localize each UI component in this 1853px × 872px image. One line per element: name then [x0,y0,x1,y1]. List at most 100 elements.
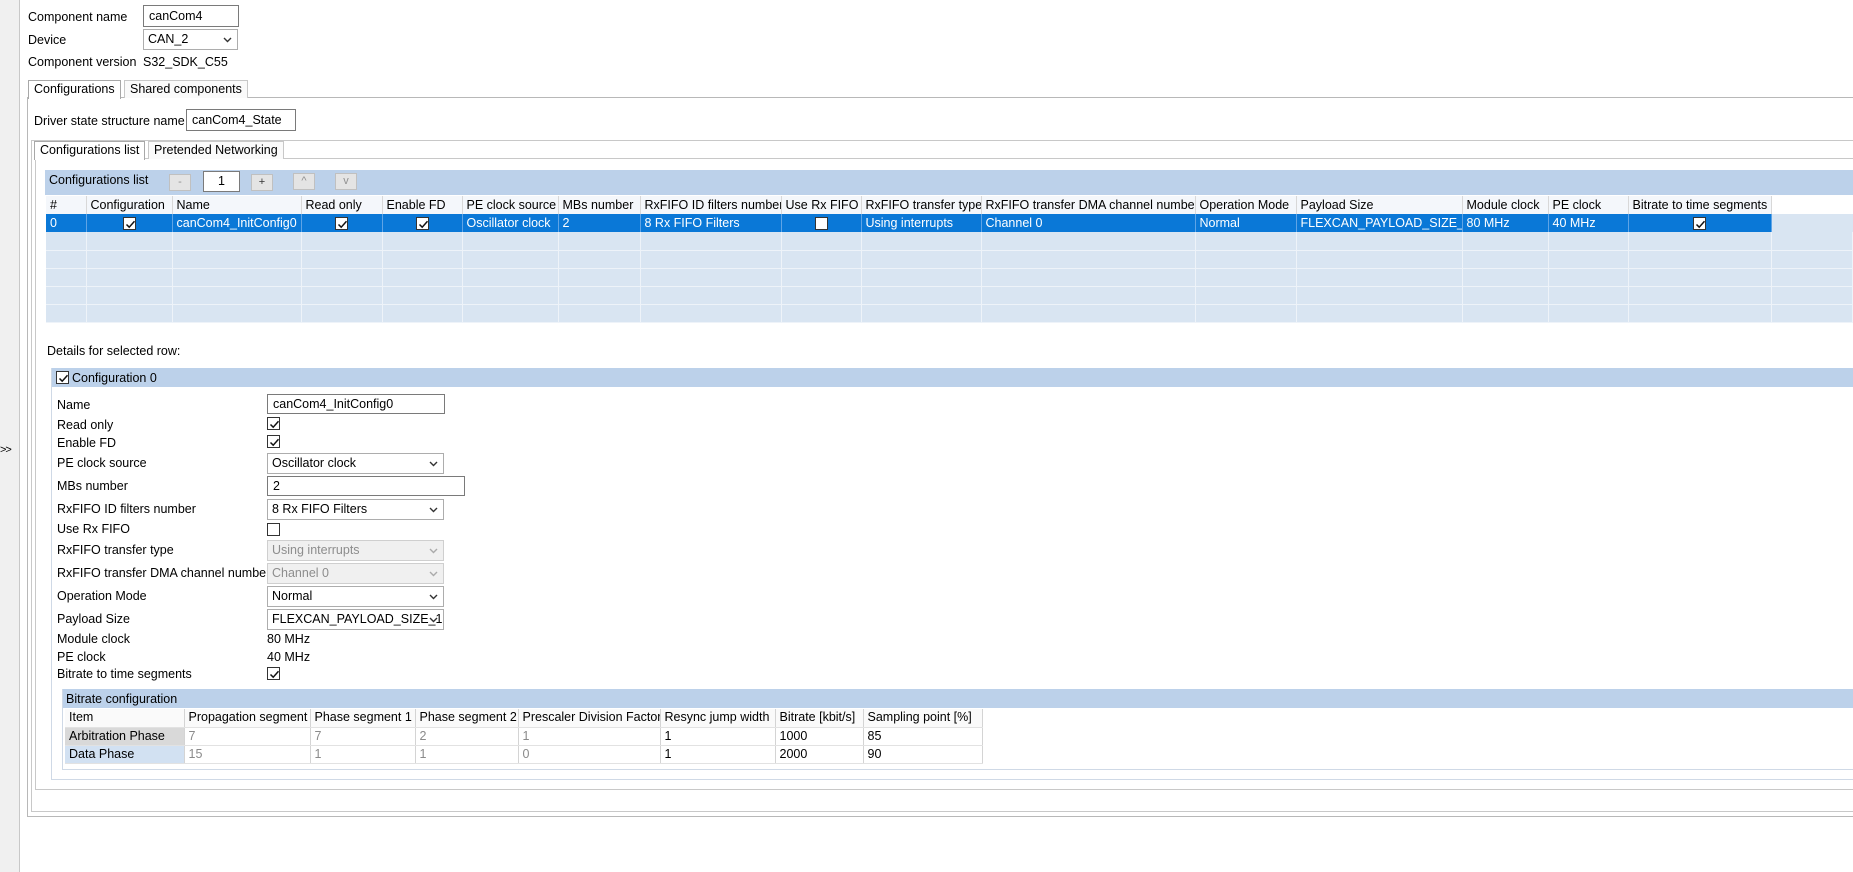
checkbox-unchecked-icon[interactable] [814,216,828,230]
move-up-button[interactable]: ^ [293,173,315,190]
chevron-down-icon [223,37,232,43]
column-header: Phase segment 2 [415,709,519,728]
configuration-enable-checkbox[interactable] [56,371,69,384]
config-name-input[interactable]: canCom4_InitConfig0 [267,394,445,414]
empty-row [46,286,1853,305]
column-header[interactable]: Module clock [1462,196,1549,214]
device-select[interactable]: CAN_2 [143,29,238,50]
column-header[interactable]: Configuration [86,196,173,214]
column-header: Phase segment 1 [310,709,416,728]
operation-mode-select[interactable]: Normal [267,586,444,607]
payload-size-value: FLEXCAN_PAYLOAD_SIZE_16 [272,612,444,626]
tab-pretended-networking[interactable]: Pretended Networking [148,141,284,159]
bitrate-cell: 15 [184,745,311,764]
pe-clock-source-value: Oscillator clock [272,456,357,470]
field-label-read-only: Read only [57,418,114,432]
bitrate-cell[interactable]: 90 [863,745,983,764]
column-header[interactable]: RxFIFO ID filters number [640,196,782,214]
component-name-input[interactable]: canCom4 [143,5,239,27]
bitrate-cell: 2 [415,727,519,746]
column-header[interactable]: Read only [301,196,383,214]
move-down-button[interactable]: v [335,173,357,190]
column-header[interactable]: PE clock source [462,196,559,214]
field-label-payload-size: Payload Size [57,612,130,626]
rxfifo-transfer-type-value: Using interrupts [272,543,360,557]
mbs-number-input[interactable]: 2 [267,476,465,496]
cell-read-only[interactable] [301,214,383,232]
enable-fd-checkbox[interactable] [267,435,280,448]
cell-enable-fd[interactable] [382,214,463,232]
column-header[interactable]: PE clock [1548,196,1629,214]
config-count-input[interactable]: 1 [203,171,240,192]
column-header[interactable]: Name [172,196,302,214]
bitrate-time-segments-checkbox[interactable] [267,667,280,680]
table-row[interactable]: 0 canCom4_InitConfig0 Oscillator clock 2… [46,214,1853,232]
tab-configurations[interactable]: Configurations [28,80,121,99]
checkmark-icon [269,420,280,429]
column-header[interactable]: RxFIFO transfer DMA channel number [981,196,1196,214]
field-label-pe-clock-source: PE clock source [57,456,147,470]
component-version-value: S32_SDK_C55 [143,55,228,69]
checkbox-checked-icon[interactable] [335,216,348,230]
tab-configurations-list[interactable]: Configurations list [34,141,146,160]
expand-panel-icon[interactable]: >> [0,444,12,456]
field-label-mbs-number: MBs number [57,479,128,493]
column-header[interactable]: RxFIFO transfer type [861,196,982,214]
bitrate-cell[interactable]: 85 [863,727,983,746]
tab-shared-components[interactable]: Shared components [124,80,248,98]
field-label-enable-fd: Enable FD [57,436,117,450]
column-header[interactable]: # [46,196,87,214]
cell-use-rx-fifo[interactable] [781,214,862,232]
checkbox-checked-icon[interactable] [122,216,136,230]
pe-clock-value: 40 MHz [267,650,311,664]
bitrate-item: Arbitration Phase [65,727,185,746]
field-label-rxfifo-dma: RxFIFO transfer DMA channel number [57,566,271,580]
column-header[interactable]: Payload Size [1296,196,1463,214]
bitrate-cell[interactable]: 1 [660,727,776,746]
use-rx-fifo-checkbox[interactable] [267,523,280,536]
column-header[interactable]: MBs number [558,196,641,214]
remove-config-button[interactable]: - [169,174,191,191]
column-header: Item [65,709,185,728]
cell-payload-size: FLEXCAN_PAYLOAD_SIZE_16 [1296,214,1463,232]
rxfifo-transfer-type-select: Using interrupts [267,540,444,561]
field-label-rxfifo-filters: RxFIFO ID filters number [57,502,196,516]
field-label-module-clock: Module clock [57,632,130,646]
checkbox-checked-icon[interactable] [1693,216,1706,230]
payload-size-select[interactable]: FLEXCAN_PAYLOAD_SIZE_16 [267,609,444,630]
checkmark-icon [58,374,69,383]
bitrate-cell: 7 [310,727,416,746]
column-header[interactable]: Operation Mode [1195,196,1297,214]
cell-mbs-number: 2 [558,214,641,232]
chevron-down-icon [429,594,438,600]
bitrate-cell: 7 [184,727,311,746]
empty-row [46,232,1853,251]
driver-state-input[interactable]: canCom4_State [186,109,296,131]
add-config-button[interactable]: + [251,174,273,191]
rxfifo-dma-select: Channel 0 [267,563,444,584]
bitrate-header-row: Item Propagation segment Phase segment 1… [65,709,983,728]
table-row: Data Phase 15 1 1 0 1 2000 90 [65,745,983,764]
cell-rxfifo-filters: 8 Rx FIFO Filters [640,214,782,232]
rxfifo-filters-select[interactable]: 8 Rx FIFO Filters [267,499,444,520]
column-header: Prescaler Division Factor [518,709,661,728]
chevron-down-icon [429,548,438,554]
table-row: Arbitration Phase 7 7 2 1 1 1000 85 [65,727,983,746]
column-header: Bitrate [kbit/s] [775,709,864,728]
cell-rxfifo-transfer-type: Using interrupts [861,214,982,232]
bitrate-cell[interactable]: 1 [660,745,776,764]
bitrate-cell[interactable]: 1000 [775,727,864,746]
pe-clock-source-select[interactable]: Oscillator clock [267,453,444,474]
header-filler [1771,196,1853,214]
cell-configuration[interactable] [86,214,173,232]
component-name-label: Component name [28,10,128,24]
checkbox-checked-icon[interactable] [415,216,429,230]
column-header[interactable]: Enable FD [382,196,463,214]
bitrate-cell[interactable]: 2000 [775,745,864,764]
read-only-checkbox[interactable] [267,417,280,430]
column-header[interactable]: Bitrate to time segments [1628,196,1772,214]
column-header[interactable]: Use Rx FIFO [781,196,862,214]
bitrate-cell: 1 [518,727,661,746]
cell-bitrate-time-segments[interactable] [1628,214,1772,232]
bitrate-table: Item Propagation segment Phase segment 1… [65,709,983,764]
